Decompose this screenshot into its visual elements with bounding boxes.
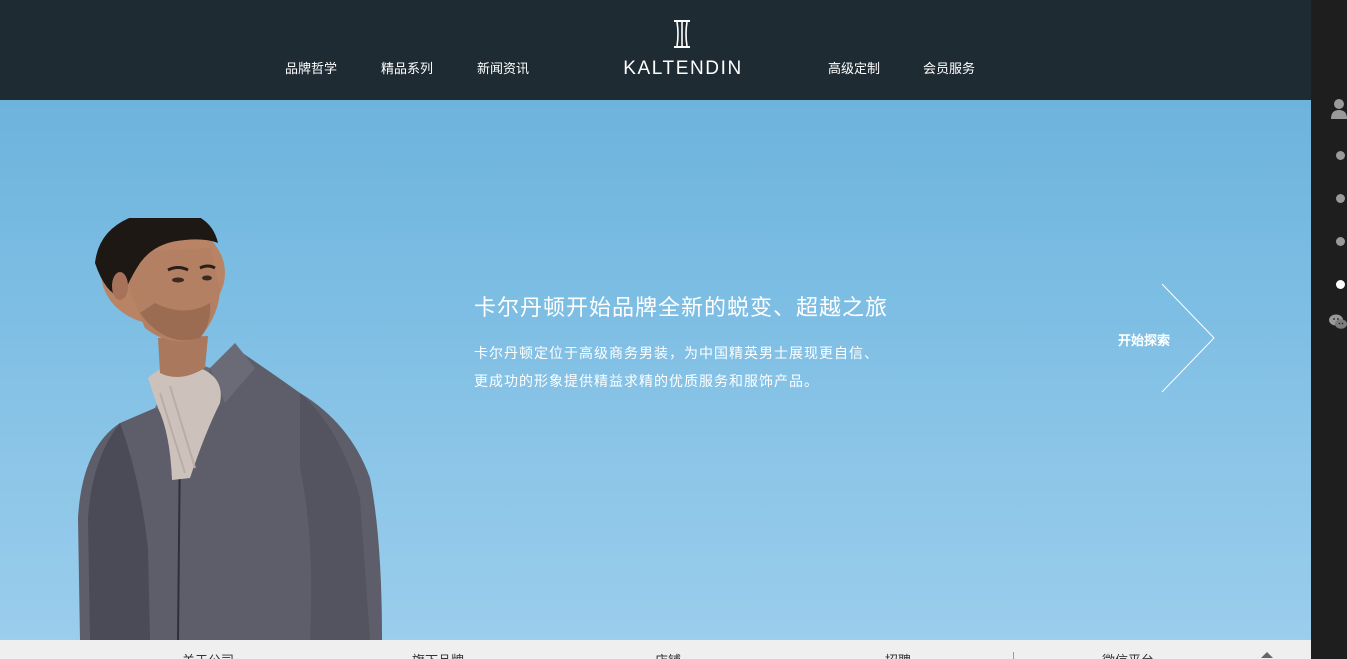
nav-custom-tailoring[interactable]: 高级定制 [828,61,880,79]
chevron-up-icon[interactable] [1261,652,1273,658]
footer-link-brands[interactable]: 旗下品牌 [412,650,464,659]
site-header: 品牌哲学 精品系列 新闻资讯 KALTENDIN 高级定制 会员服务 [0,0,1311,100]
wechat-icon[interactable] [1329,314,1347,330]
page-main: 品牌哲学 精品系列 新闻资讯 KALTENDIN 高级定制 会员服务 卡尔丹顿开… [0,0,1311,659]
brand-mark-icon [674,20,690,48]
nav-member-services[interactable]: 会员服务 [923,61,975,79]
brand-wordmark: KALTENDIN [623,58,743,79]
footer-link-about[interactable]: 关于公司 [182,650,234,659]
nav-collections[interactable]: 精品系列 [381,61,433,79]
hero-title: 卡尔丹顿开始品牌全新的蜕变、超越之旅 [474,296,889,321]
footer-link-stores[interactable]: 店铺 [655,650,681,659]
footer-link-careers[interactable]: 招聘 [885,650,911,659]
chevron-right-icon [1161,283,1215,393]
right-sidebar [1311,0,1347,659]
hero-banner: 卡尔丹顿开始品牌全新的蜕变、超越之旅 卡尔丹顿定位于高级商务男装，为中国精英男士… [0,100,1311,640]
slide-dot-2[interactable] [1336,194,1345,203]
footer-divider [1013,652,1014,659]
nav-news[interactable]: 新闻资讯 [477,61,529,79]
hero-description-line: 更成功的形象提供精益求精的优质服务和服饰产品。 [474,374,819,390]
model-photo [78,218,382,640]
slide-dot-4[interactable] [1336,280,1345,289]
footer-link-wechat[interactable]: 微信平台 [1102,650,1154,659]
hero-description-line: 卡尔丹顿定位于高级商务男装，为中国精英男士展现更自信、 [474,346,879,362]
slide-dot-1[interactable] [1336,151,1345,160]
user-icon[interactable] [1331,99,1347,119]
nav-brand-philosophy[interactable]: 品牌哲学 [285,61,337,79]
explore-button[interactable]: 开始探索 [1112,282,1222,394]
footer-nav: 关于公司 旗下品牌 店铺 招聘 微信平台 [0,640,1311,659]
hero-description: 卡尔丹顿定位于高级商务男装，为中国精英男士展现更自信、 更成功的形象提供精益求精… [474,340,974,396]
slide-dot-3[interactable] [1336,237,1345,246]
brand-logo[interactable]: KALTENDIN [612,18,754,82]
